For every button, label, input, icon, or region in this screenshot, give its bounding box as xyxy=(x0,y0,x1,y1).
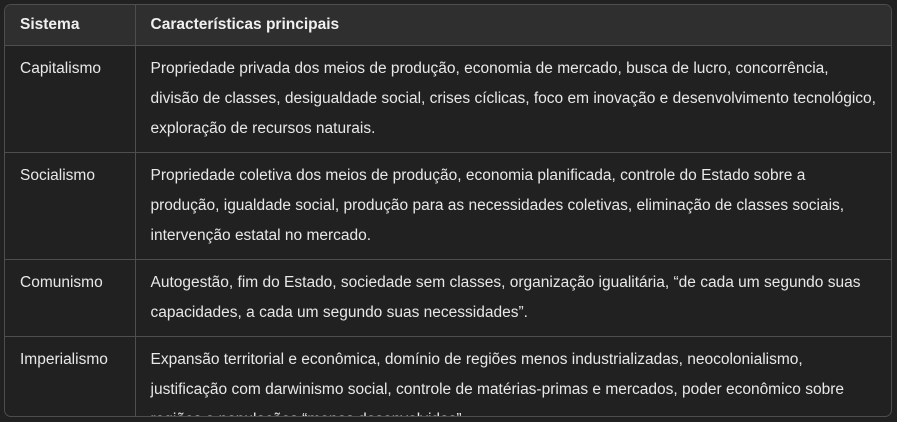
cell-sistema: Comunismo xyxy=(5,259,136,337)
cell-caracteristicas: Propriedade coletiva dos meios de produç… xyxy=(135,152,891,260)
header-caracteristicas: Características principais xyxy=(135,5,891,46)
table-row: Comunismo Autogestão, fim do Estado, soc… xyxy=(5,259,891,337)
header-sistema: Sistema xyxy=(5,5,136,46)
systems-table: Sistema Características principais Capit… xyxy=(4,4,892,417)
table-row: Imperialismo Expansão territorial e econ… xyxy=(5,336,891,417)
cell-caracteristicas: Propriedade privada dos meios de produçã… xyxy=(135,45,891,153)
cell-caracteristicas: Autogestão, fim do Estado, sociedade sem… xyxy=(135,259,891,337)
table-row: Capitalismo Propriedade privada dos meio… xyxy=(5,45,891,153)
cell-sistema: Socialismo xyxy=(5,152,136,260)
comparison-table: Sistema Características principais Capit… xyxy=(5,5,891,417)
table-header-row: Sistema Características principais xyxy=(5,5,891,46)
cell-sistema: Imperialismo xyxy=(5,336,136,416)
cell-sistema: Capitalismo xyxy=(5,45,136,153)
cell-caracteristicas: Expansão territorial e econômica, domíni… xyxy=(150,350,845,417)
table-row: Socialismo Propriedade coletiva dos meio… xyxy=(5,152,891,260)
